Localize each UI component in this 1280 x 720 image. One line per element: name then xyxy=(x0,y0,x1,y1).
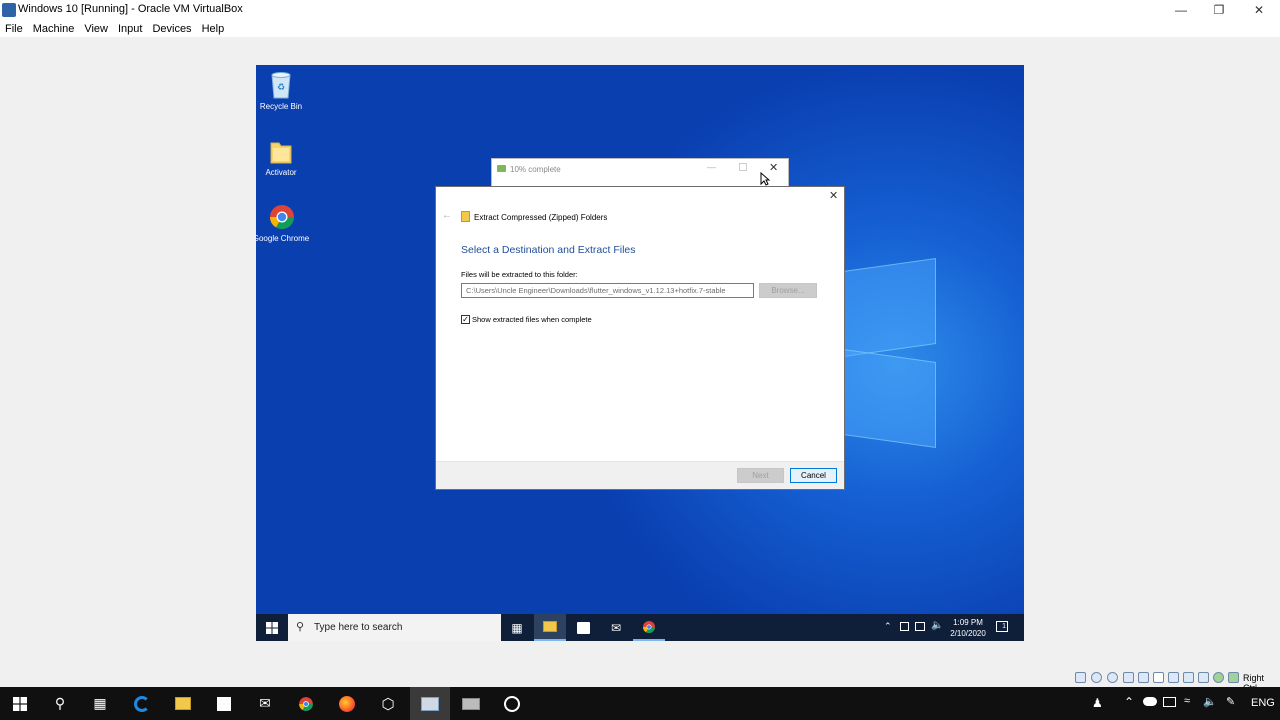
vm-clock-date: 2/10/2020 xyxy=(950,629,986,638)
destination-path-input[interactable]: C:\Users\Uncle Engineer\Downloads\flutte… xyxy=(461,283,754,298)
show-files-checkbox-label: Show extracted files when complete xyxy=(472,315,592,324)
restore-button[interactable]: ❐ xyxy=(1200,0,1238,20)
vm-search-placeholder: Type here to search xyxy=(314,622,403,633)
minimize-button[interactable]: — xyxy=(1162,0,1200,20)
network-status-icon[interactable] xyxy=(1123,672,1134,683)
progress-folder-icon xyxy=(497,165,506,172)
dialog-nav-title: Extract Compressed (Zipped) Folders xyxy=(474,213,608,222)
mail-taskbar-icon[interactable]: ✉ xyxy=(600,614,632,641)
guest-additions-status-icon[interactable] xyxy=(1213,672,1224,683)
host-battery-icon[interactable] xyxy=(1163,697,1176,707)
host-tray-chevron-icon[interactable]: ⌃ xyxy=(1124,695,1134,709)
file-explorer-taskbar-icon[interactable] xyxy=(534,614,566,641)
host-start-button[interactable] xyxy=(0,687,40,720)
vm-clock[interactable]: 1:09 PM 2/10/2020 xyxy=(946,617,990,639)
usb-status-icon[interactable] xyxy=(1138,672,1149,683)
task-view-icon[interactable]: ▦ xyxy=(501,614,533,641)
desktop-icon-label: Recycle Bin xyxy=(259,102,303,111)
host-edge-icon[interactable] xyxy=(122,687,162,720)
host-virtualbox-icon[interactable]: ⬡ xyxy=(368,687,408,720)
dialog-heading: Select a Destination and Extract Files xyxy=(461,244,636,256)
audio-status-icon[interactable] xyxy=(1107,672,1118,683)
vt-x-status-icon[interactable] xyxy=(1198,672,1209,683)
zip-folder-icon xyxy=(461,211,470,222)
chrome-taskbar-icon[interactable] xyxy=(633,614,665,641)
folder-icon xyxy=(268,137,294,165)
destination-label: Files will be extracted to this folder: xyxy=(461,270,578,279)
desktop-icon-label: Activator xyxy=(265,168,297,177)
vm-tray-battery-icon[interactable] xyxy=(900,622,909,631)
browse-button[interactable]: Browse... xyxy=(759,283,817,298)
progress-minimize-button[interactable]: — xyxy=(707,162,716,172)
host-language-indicator[interactable]: ENG xyxy=(1251,697,1275,709)
windows-start-icon xyxy=(266,621,278,634)
menu-devices[interactable]: Devices xyxy=(147,23,196,35)
progress-window-title: 10% complete xyxy=(510,165,561,174)
menu-machine[interactable]: Machine xyxy=(28,23,80,35)
host-title-bar: Windows 10 [Running] - Oracle VM Virtual… xyxy=(0,0,1280,20)
host-task-view-icon[interactable]: ▦ xyxy=(80,687,120,720)
host-window-title: Windows 10 [Running] - Oracle VM Virtual… xyxy=(18,3,243,15)
menu-file[interactable]: File xyxy=(0,23,28,35)
progress-maximize-button[interactable] xyxy=(739,163,747,171)
vm-search-box[interactable]: ⚲ Type here to search xyxy=(288,614,501,641)
desktop-icon-activator[interactable]: Activator xyxy=(256,137,310,178)
desktop-icon-recycle-bin[interactable]: ♻ Recycle Bin xyxy=(256,71,310,112)
desktop-icon-google-chrome[interactable]: Google Chrome xyxy=(256,203,310,244)
show-files-checkbox[interactable]: ✓ xyxy=(461,315,470,324)
host-search-icon[interactable]: ⚲ xyxy=(40,687,80,720)
recycle-bin-icon: ♻ xyxy=(268,71,294,99)
display-status-icon[interactable] xyxy=(1168,672,1179,683)
host-chrome-icon[interactable] xyxy=(286,687,326,720)
vm-tray-volume-icon[interactable]: 🔈 xyxy=(931,620,943,631)
vm-tray-network-icon[interactable] xyxy=(915,622,925,631)
close-button[interactable]: ✕ xyxy=(1240,0,1278,20)
host-obs-icon[interactable] xyxy=(492,687,532,720)
search-icon: ⚲ xyxy=(296,621,305,633)
menu-help[interactable]: Help xyxy=(197,23,230,35)
host-onedrive-icon[interactable] xyxy=(1143,697,1157,706)
vm-screen[interactable]: ♻ Recycle Bin Activator Google Chrome 10… xyxy=(256,65,1024,641)
mouse-integration-status-icon[interactable] xyxy=(1228,672,1239,683)
progress-close-button[interactable]: ✕ xyxy=(769,161,778,174)
recording-status-icon[interactable] xyxy=(1183,672,1194,683)
chrome-icon xyxy=(268,203,294,231)
host-mail-icon[interactable]: ✉ xyxy=(245,687,285,720)
vm-clock-time: 1:09 PM xyxy=(953,618,983,627)
dialog-close-button[interactable]: ✕ xyxy=(829,189,838,202)
host-status-bar xyxy=(0,669,1280,687)
vm-notification-icon[interactable]: 1 xyxy=(996,621,1008,632)
notification-count: 1 xyxy=(1002,623,1006,630)
menu-view[interactable]: View xyxy=(79,23,113,35)
store-taskbar-icon[interactable] xyxy=(567,614,599,641)
next-button[interactable]: Next xyxy=(737,468,784,483)
host-taskbar: ⚲ ▦ ✉ ⬡ ♟ ⌃ ≈ 🔈 ✎ ENG xyxy=(0,687,1280,720)
windows-start-icon xyxy=(13,696,27,711)
host-pen-icon[interactable]: ✎ xyxy=(1226,695,1235,708)
host-vm-manager-icon[interactable] xyxy=(451,687,491,720)
extract-zip-dialog[interactable]: ✕ ← Extract Compressed (Zipped) Folders … xyxy=(435,186,845,490)
host-people-icon[interactable]: ♟ xyxy=(1092,696,1103,710)
virtualbox-logo-icon xyxy=(2,3,16,17)
cancel-button[interactable]: Cancel xyxy=(790,468,837,483)
menu-input[interactable]: Input xyxy=(113,23,147,35)
vm-start-button[interactable] xyxy=(256,614,288,641)
shared-folders-status-icon[interactable] xyxy=(1153,672,1164,683)
back-arrow-icon[interactable]: ← xyxy=(442,210,452,221)
svg-text:♻: ♻ xyxy=(277,82,285,92)
vm-tray-chevron-icon[interactable]: ⌃ xyxy=(884,621,892,632)
host-menu-bar: File Machine View Input Devices Help xyxy=(0,20,1280,37)
storage-status-icon[interactable] xyxy=(1075,672,1086,683)
dialog-footer: Next Cancel xyxy=(436,461,844,489)
host-volume-icon[interactable]: 🔈 xyxy=(1203,695,1217,708)
host-virtualbox-vm-icon[interactable] xyxy=(410,687,450,720)
host-file-explorer-icon[interactable] xyxy=(163,687,203,720)
host-firefox-icon[interactable] xyxy=(327,687,367,720)
optical-drive-status-icon[interactable] xyxy=(1091,672,1102,683)
vm-taskbar: ⚲ Type here to search ▦ ✉ ⌃ 🔈 1:09 PM 2/… xyxy=(256,614,1024,641)
host-wifi-icon[interactable]: ≈ xyxy=(1184,695,1190,707)
host-store-icon[interactable] xyxy=(204,687,244,720)
desktop-icon-label: Google Chrome xyxy=(256,234,310,243)
